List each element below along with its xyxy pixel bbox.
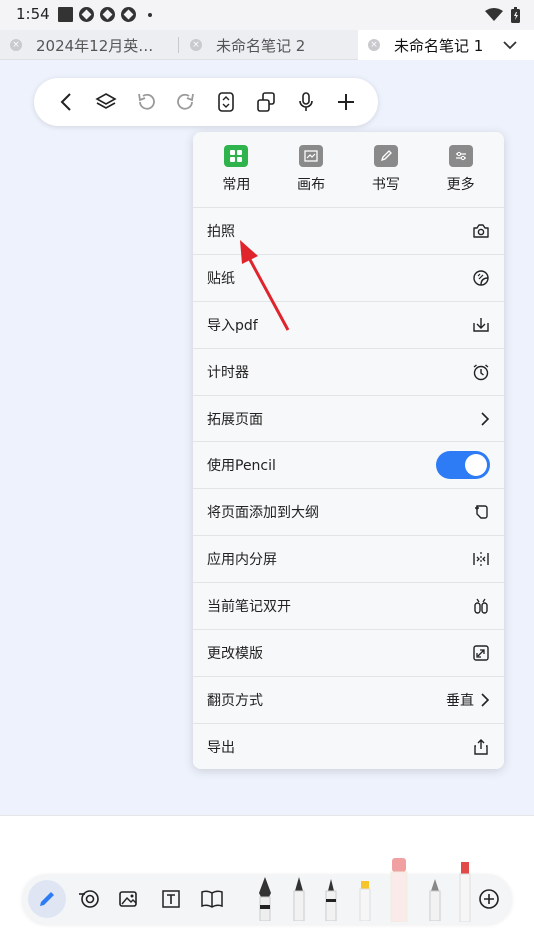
tools-menu: 常用 画布 书写 更多 拍照 贴纸 导入pdf 计时器 拓展页面 使用Penci… <box>193 132 504 769</box>
mic-button[interactable] <box>293 89 319 115</box>
menu-item-split-screen[interactable]: 应用内分屏 <box>193 536 504 584</box>
plus-icon <box>338 94 354 110</box>
redo-button[interactable] <box>173 89 199 115</box>
marker-button[interactable] <box>384 856 414 922</box>
category-canvas[interactable]: 画布 <box>281 145 341 194</box>
more-notifications-icon <box>148 12 152 17</box>
image-tool-button[interactable] <box>114 884 144 914</box>
clock: 1:54 <box>16 5 50 23</box>
fountain-pen-icon <box>259 877 271 921</box>
menu-item-expand-page[interactable]: 拓展页面 <box>193 395 504 443</box>
duplicate-icon <box>257 92 275 112</box>
fineliner-pen-button[interactable] <box>316 874 346 922</box>
fineliner-pen-icon <box>325 879 337 921</box>
top-toolbar <box>34 78 378 126</box>
alarm-icon <box>473 364 489 380</box>
add-pen-icon <box>479 889 499 909</box>
book-icon <box>201 890 223 908</box>
canvas-icon <box>299 145 324 167</box>
notification-icon <box>58 7 73 22</box>
grid-icon <box>224 145 249 167</box>
close-icon[interactable]: × <box>368 39 380 51</box>
red-pen-icon <box>459 862 471 922</box>
menu-item-add-to-outline[interactable]: 将页面添加到大纲 <box>193 489 504 537</box>
split-screen-icon <box>473 552 489 567</box>
text-tool-button[interactable] <box>156 884 186 914</box>
eraser-icon <box>79 890 99 908</box>
bottom-toolbar <box>0 815 534 950</box>
category-tabs: 常用 画布 书写 更多 <box>193 132 504 208</box>
highlighter-icon <box>359 881 371 921</box>
close-icon[interactable]: × <box>10 39 22 51</box>
tab-untitled-1[interactable]: × 未命名笔记 1 <box>358 30 534 60</box>
sticker-icon <box>473 270 489 286</box>
redo-icon <box>177 93 194 110</box>
outline-add-icon <box>475 505 488 519</box>
text-box-icon <box>162 890 180 908</box>
tab-label: 未命名笔记 2 <box>216 36 306 55</box>
pencil-toggle[interactable] <box>436 451 490 480</box>
pen-icon <box>373 145 398 167</box>
camera-icon <box>473 224 489 238</box>
toggle-knob <box>465 454 487 477</box>
app-notification-icon <box>79 7 94 22</box>
tab-label: 未命名笔记 1 <box>394 36 484 55</box>
tab-untitled-2[interactable]: × 未命名笔记 2 <box>190 30 358 60</box>
highlighter-button[interactable] <box>350 874 380 922</box>
image-icon <box>119 891 137 907</box>
menu-item-dual-open[interactable]: 当前笔记双开 <box>193 583 504 631</box>
page-turn-value: 垂直 <box>446 692 474 709</box>
pencil-button[interactable] <box>420 874 450 922</box>
layers-button[interactable] <box>93 89 119 115</box>
menu-item-change-template[interactable]: 更改模版 <box>193 630 504 677</box>
pencil-icon <box>429 879 441 921</box>
undo-icon <box>138 93 155 110</box>
battery-icon <box>511 7 520 23</box>
add-button[interactable] <box>333 89 359 115</box>
layers-icon <box>95 93 117 109</box>
annotation-arrow <box>240 240 290 331</box>
book-tool-button[interactable] <box>197 884 227 914</box>
share-icon <box>474 739 488 755</box>
chevron-right-icon <box>481 693 490 707</box>
marker-icon <box>390 858 408 922</box>
page-icon <box>218 92 234 112</box>
wifi-icon <box>485 8 503 21</box>
template-icon <box>473 645 489 661</box>
ballpoint-pen-icon <box>293 877 305 921</box>
microphone-icon <box>299 92 313 111</box>
category-common[interactable]: 常用 <box>206 145 266 194</box>
duplicate-button[interactable] <box>253 89 279 115</box>
import-icon <box>473 317 489 332</box>
settings-sliders-icon <box>448 145 473 167</box>
pen-icon <box>40 892 54 906</box>
undo-button[interactable] <box>133 89 159 115</box>
tab-bar: × 2024年12月英… × 未命名笔记 2 × 未命名笔记 1 <box>0 30 534 60</box>
app-notification-icon <box>100 7 115 22</box>
pen-tool-button[interactable] <box>28 880 66 918</box>
app-notification-icon <box>121 7 136 22</box>
fountain-pen-button[interactable] <box>250 874 280 922</box>
pen-toolbar <box>22 858 512 924</box>
menu-item-use-pencil[interactable]: 使用Pencil <box>193 442 504 490</box>
dual-open-icon <box>474 598 488 614</box>
chevron-right-icon <box>481 411 490 426</box>
ballpoint-pen-button[interactable] <box>284 874 314 922</box>
menu-item-export[interactable]: 导出 <box>193 723 504 769</box>
page-button[interactable] <box>213 89 239 115</box>
back-button[interactable] <box>53 89 79 115</box>
menu-item-page-turn[interactable]: 翻页方式 垂直 <box>193 676 504 724</box>
category-more[interactable]: 更多 <box>431 145 491 194</box>
chevron-down-icon[interactable] <box>503 40 517 50</box>
status-bar: 1:54 <box>0 0 534 30</box>
tab-note-english[interactable]: × 2024年12月英… <box>10 30 178 60</box>
add-pen-button[interactable] <box>474 884 504 914</box>
menu-item-timer[interactable]: 计时器 <box>193 348 504 396</box>
category-writing[interactable]: 书写 <box>356 145 416 194</box>
chevron-left-icon <box>60 93 71 111</box>
tab-label: 2024年12月英… <box>36 36 154 55</box>
eraser-tool-button[interactable] <box>74 884 104 914</box>
close-icon[interactable]: × <box>190 39 202 51</box>
